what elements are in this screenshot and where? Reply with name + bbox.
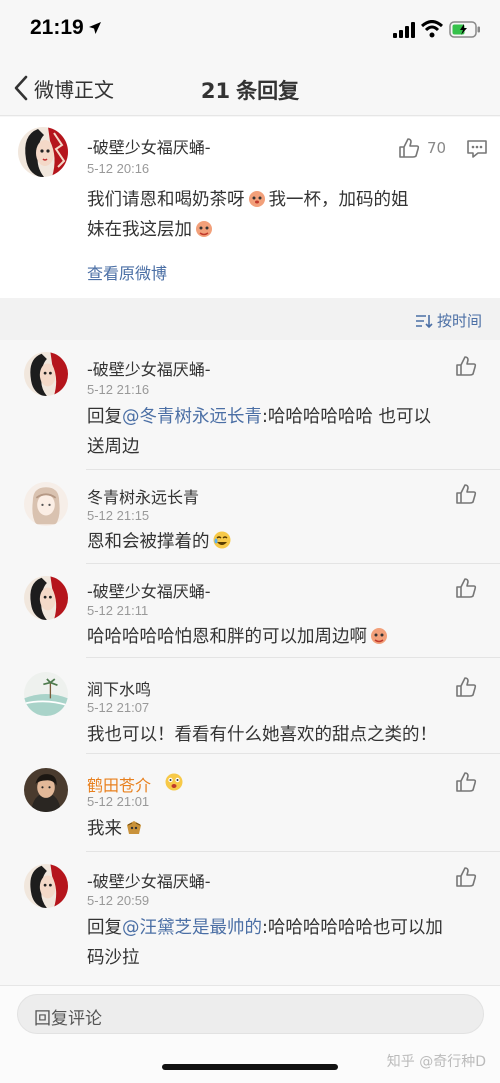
comment-text: 恩和会被撑着的 [87,532,210,552]
comment-time: 5-12 21:16 [87,382,150,397]
comment-body: 回复@汪黛芝是最帅的:哈哈哈哈哈哈也可以加 码沙拉 [87,913,487,973]
watermark: 知乎 @奇行种D [386,1054,486,1070]
battery-charging-icon [449,21,480,38]
author-name-vip[interactable]: 鹤田苍介 [87,772,151,796]
thumbs-up-icon[interactable] [455,771,477,793]
comment-text: :哈哈哈哈哈哈也可以加 [262,918,443,938]
emoji-icon [371,628,387,644]
status-bar: 21:19 [0,0,500,60]
comment-more-icon[interactable] [466,139,488,159]
emoji-icon [196,221,212,237]
reply-prefix: 回复 [87,407,122,427]
avatar[interactable] [24,768,68,812]
avatar-illustration [24,864,68,908]
thumbs-up-icon[interactable] [398,137,420,159]
root-comment: -破壁少女福厌蛹- 5-12 20:16 70 我们请恩和喝奶茶呀 我一杯，加码的… [0,117,500,298]
emoji-icon [127,821,141,834]
mention-link[interactable]: @汪黛芝是最帅的 [122,918,262,938]
emoji-icon [248,191,265,207]
list-item: -破壁少女福厌蛹- 5-12 20:59 回复@汪黛芝是最帅的:哈哈哈哈哈哈也可… [0,852,500,985]
thumbs-up-icon[interactable] [455,676,477,698]
sort-label: 按时间 [436,312,482,330]
back-chevron-icon [14,75,28,101]
home-indicator [162,1064,338,1070]
avatar-illustration [24,576,68,620]
navigation-bar: 微博正文 21 条回复 [0,60,500,116]
author-name[interactable]: -破壁少女福厌蛹- [87,868,211,892]
reply-count: 21 [200,79,231,103]
comment-text: :哈哈哈哈哈哈 也可以 [262,407,431,427]
author-name[interactable]: -破壁少女福厌蛹- [87,578,211,602]
comment-body: 我来 [87,814,492,844]
avatar[interactable] [24,352,68,396]
avatar[interactable] [24,864,68,908]
comment-time: 5-12 21:15 [87,508,150,523]
list-item: -破壁少女福厌蛹- 5-12 21:11 哈哈哈哈哈怕恩和胖的可以加周边啊 [0,564,500,658]
comment-text: 送周边 [87,437,140,457]
emoji-icon [213,531,230,549]
avatar[interactable] [24,672,68,716]
avatar-illustration [18,127,68,177]
cellular-signal-icon [393,22,415,38]
list-item: 涧下水鸣 5-12 21:07 我也可以！看看有什么她喜欢的甜点之类的！ [0,658,500,754]
list-item: -破壁少女福厌蛹- 5-12 21:16 回复@冬青树永远长青:哈哈哈哈哈哈 也… [0,340,500,470]
comment-body: 回复@冬青树永远长青:哈哈哈哈哈哈 也可以 送周边 [87,402,482,462]
sort-bar: 按时间 [0,298,500,340]
bottom-bar: 回复评论 知乎 @奇行种D [0,985,500,1083]
author-name[interactable]: -破壁少女福厌蛹- [87,134,211,158]
location-arrow-icon [89,22,101,34]
emoji-icon [165,773,183,791]
thumbs-up-icon[interactable] [455,355,477,377]
back-button[interactable]: 微博正文 [12,70,114,106]
avatar[interactable] [24,576,68,620]
comment-text: 我一杯，加码的姐 [268,190,409,210]
comment-text: 我也可以！看看有什么她喜欢的甜点之类的！ [87,725,437,745]
sort-time-icon [415,314,433,328]
comment-text: 妹在我这层加 [87,220,192,240]
comment-text: 码沙拉 [87,948,140,968]
comment-body: 恩和会被撑着的 [87,527,482,557]
avatar-illustration [24,482,68,526]
comment-time: 5-12 21:01 [87,794,150,809]
comment-body: 我也可以！看看有什么她喜欢的甜点之类的！ [87,720,492,750]
comment-time: 5-12 21:07 [87,700,150,715]
comment-body: 哈哈哈哈哈怕恩和胖的可以加周边啊 [87,622,492,652]
thumbs-up-icon[interactable] [455,483,477,505]
author-name[interactable]: 涧下水鸣 [87,676,151,700]
avatar-illustration [24,768,68,812]
comment-time: 5-12 20:16 [87,161,150,176]
comment-text: 哈哈哈哈哈怕恩和胖的可以加周边啊 [87,627,367,647]
reply-comment-input[interactable]: 回复评论 [17,994,484,1034]
comment-time: 5-12 20:59 [87,893,150,908]
comment-text: 我来 [87,819,122,839]
thumbs-up-icon[interactable] [455,577,477,599]
reply-placeholder: 回复评论 [34,1009,102,1029]
comment-text: 我们请恩和喝奶茶呀 [87,190,245,210]
author-name[interactable]: 冬青树永远长青 [87,484,199,508]
mention-link[interactable]: @冬青树永远长青 [122,407,262,427]
reply-count-label: 条回复 [236,79,300,103]
back-label: 微博正文 [34,77,114,102]
thumbs-up-icon[interactable] [455,866,477,888]
wifi-icon [421,20,443,38]
like-count: 70 [427,139,447,157]
status-time: 21:19 [30,16,84,39]
list-item: 鹤田苍介 5-12 21:01 我来 [0,754,500,852]
sort-by-time-button[interactable]: 按时间 [415,310,482,331]
avatar[interactable] [24,482,68,526]
view-original-link[interactable]: 查看原微博 [87,260,167,284]
author-name[interactable]: -破壁少女福厌蛹- [87,356,211,380]
avatar[interactable] [18,127,68,177]
comment-time: 5-12 21:11 [87,603,149,618]
avatar-illustration [24,672,68,716]
comment-body: 我们请恩和喝奶茶呀 我一杯，加码的姐 妹在我这层加 [87,185,477,245]
list-item: 冬青树永远长青 5-12 21:15 恩和会被撑着的 [0,470,500,564]
reply-prefix: 回复 [87,918,122,938]
avatar-illustration [24,352,68,396]
